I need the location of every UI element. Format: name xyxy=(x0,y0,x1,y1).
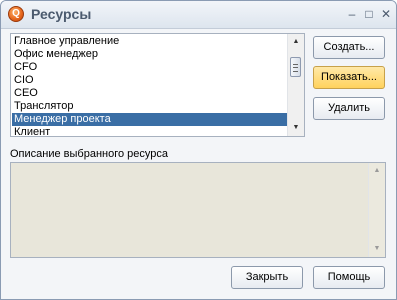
list-item[interactable]: CIO xyxy=(12,74,288,87)
list-item[interactable]: Менеджер проекта xyxy=(12,113,288,126)
list-item[interactable]: Главное управление xyxy=(12,35,288,48)
resource-list-items: Главное управление Офис менеджер CFO CIO… xyxy=(12,35,288,136)
delete-button[interactable]: Удалить xyxy=(313,97,385,120)
list-scrollbar[interactable]: ▲ ▼ xyxy=(287,34,304,136)
list-item[interactable]: CFO xyxy=(12,61,288,74)
resource-list[interactable]: Главное управление Офис менеджер CFO CIO… xyxy=(10,33,305,137)
list-item[interactable]: Транслятор xyxy=(12,100,288,113)
close-icon[interactable]: ✕ xyxy=(378,6,394,22)
list-item[interactable]: Офис менеджер xyxy=(12,48,288,61)
chevron-up-icon[interactable]: ▲ xyxy=(369,164,385,178)
list-item[interactable]: Клиент xyxy=(12,126,288,136)
title-bar: Q Ресурсы – □ ✕ xyxy=(1,1,396,29)
resources-dialog: Q Ресурсы – □ ✕ Главное управление Офис … xyxy=(0,0,397,300)
chevron-up-icon[interactable]: ▲ xyxy=(288,35,304,49)
create-button[interactable]: Создать... xyxy=(313,36,385,59)
description-label: Описание выбранного ресурса xyxy=(10,148,169,160)
scrollbar-thumb[interactable] xyxy=(290,57,301,77)
chevron-down-icon[interactable]: ▼ xyxy=(288,121,304,135)
description-scrollbar[interactable]: ▲ ▼ xyxy=(368,163,385,257)
chevron-down-icon[interactable]: ▼ xyxy=(369,242,385,256)
dialog-body: Главное управление Офис менеджер CFO CIO… xyxy=(1,29,396,299)
minimize-icon[interactable]: – xyxy=(344,6,360,22)
list-item[interactable]: CEO xyxy=(12,87,288,100)
app-icon: Q xyxy=(8,6,24,22)
description-textarea[interactable]: ▲ ▼ xyxy=(10,162,386,258)
maximize-icon[interactable]: □ xyxy=(361,6,377,22)
window-title: Ресурсы xyxy=(31,6,92,22)
help-button[interactable]: Помощь xyxy=(313,266,385,289)
show-button[interactable]: Показать... xyxy=(313,66,385,89)
close-button[interactable]: Закрыть xyxy=(231,266,303,289)
